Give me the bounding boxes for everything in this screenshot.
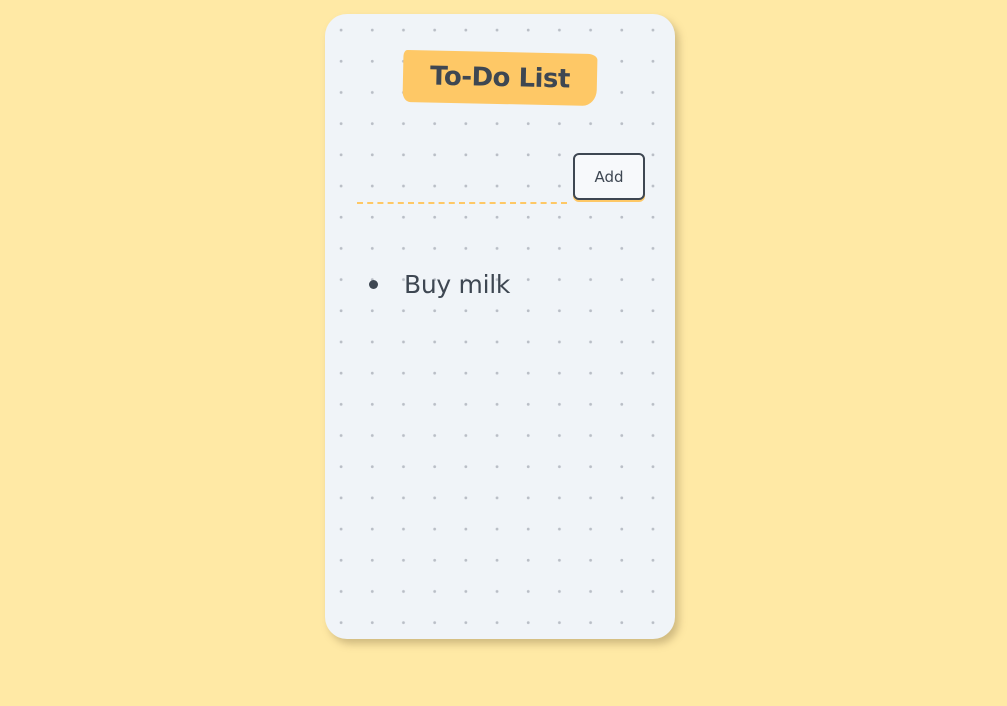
add-button[interactable]: Add — [573, 153, 645, 200]
page-title: To-Do List — [402, 49, 598, 107]
list-item[interactable]: Buy milk — [369, 264, 510, 304]
bullet-icon — [369, 279, 378, 289]
task-list: Buy milk — [369, 264, 510, 304]
task-input[interactable] — [357, 176, 567, 204]
task-text: Buy milk — [404, 269, 511, 299]
todo-card: To-Do List Add Buy milk — [325, 14, 675, 639]
